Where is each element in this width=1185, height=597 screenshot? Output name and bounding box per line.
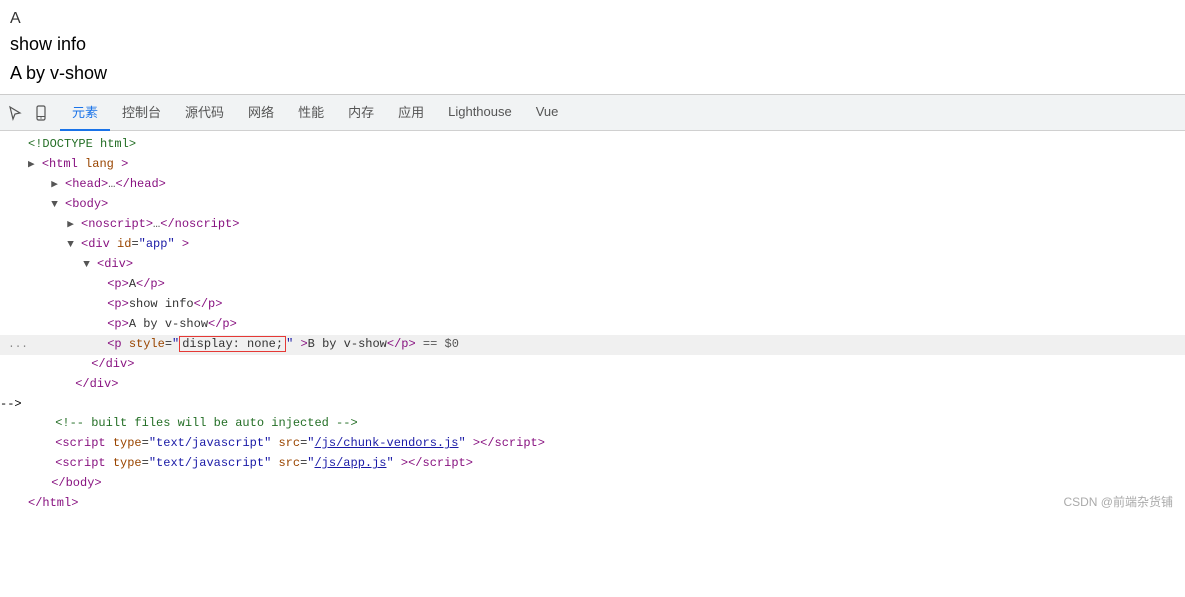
code-line-div-inner[interactable]: ▼ <div> [0, 255, 1185, 275]
page-show-info: show info [10, 34, 1169, 55]
tab-performance[interactable]: 性能 [286, 95, 336, 131]
tab-memory[interactable]: 内存 [336, 95, 386, 131]
devtools-panel: 元素 控制台 源代码 网络 性能 内存 应用 Lighthouse Vue <!… [0, 94, 1185, 518]
code-line-p-showinfo[interactable]: <p>show info</p> [0, 295, 1185, 315]
code-line-p-bvshow[interactable]: ... <p style="display: none;" >B by v-sh… [0, 335, 1185, 355]
code-line-div-close-app[interactable]: </div> [0, 375, 1185, 395]
code-line-noscript[interactable]: ▶ <noscript>…</noscript> [0, 215, 1185, 235]
code-line-head[interactable]: ▶ <head>…</head> [0, 175, 1185, 195]
page-title-a: A [10, 10, 1169, 28]
tab-lighthouse[interactable]: Lighthouse [436, 95, 524, 131]
devtools-tabbar: 元素 控制台 源代码 网络 性能 内存 应用 Lighthouse Vue [0, 95, 1185, 131]
tab-elements[interactable]: 元素 [60, 95, 110, 131]
tab-network[interactable]: 网络 [236, 95, 286, 131]
code-line-html[interactable]: ▶ <html lang > [0, 155, 1185, 175]
tab-sources[interactable]: 源代码 [173, 95, 236, 131]
page-a-by-vshow: A by v-show [10, 63, 1169, 84]
code-line-doctype[interactable]: <!DOCTYPE html> [0, 135, 1185, 155]
code-line-body-open[interactable]: ▼ <body> [0, 195, 1185, 215]
code-line-p-a[interactable]: <p>A</p> [0, 275, 1185, 295]
tab-console[interactable]: 控制台 [110, 95, 173, 131]
device-toggle-icon[interactable] [30, 102, 52, 124]
code-line-div-app[interactable]: ▼ <div id="app" > [0, 235, 1185, 255]
page-content: A show info A by v-show [0, 0, 1185, 94]
tab-application[interactable]: 应用 [386, 95, 436, 131]
code-line-script-app[interactable]: <script type="text/javascript" src="/js/… [0, 454, 1185, 474]
devtools-code-view: <!DOCTYPE html> ▶ <html lang > ▶ <head>…… [0, 131, 1185, 518]
inspect-icon[interactable] [4, 102, 26, 124]
code-line-p-avshow[interactable]: <p>A by v-show</p> [0, 315, 1185, 335]
tab-vue[interactable]: Vue [524, 95, 571, 131]
code-line-script-vendors[interactable]: <script type="text/javascript" src="/js/… [0, 434, 1185, 454]
code-line-body-close[interactable]: </body> [0, 474, 1185, 494]
code-line-div-close-inner[interactable]: </div> [0, 355, 1185, 375]
watermark: CSDN @前端杂货铺 [1063, 493, 1173, 510]
devtools-icon-group [4, 102, 52, 124]
code-line-comment-built[interactable]: <!-- built files will be auto injected -… [0, 414, 1185, 434]
code-line-html-close[interactable]: </html> [0, 494, 1185, 514]
